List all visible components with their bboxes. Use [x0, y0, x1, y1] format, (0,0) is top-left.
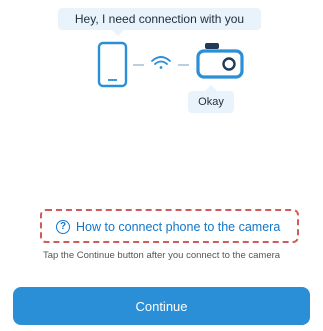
phone-icon	[97, 41, 128, 88]
connection-illustration	[97, 41, 244, 88]
continue-button[interactable]: Continue	[13, 287, 310, 325]
camera-reply-text: Okay	[198, 96, 224, 108]
camera-reply-bubble: Okay	[188, 85, 234, 113]
camera-icon	[196, 43, 244, 79]
question-circle-icon: ?	[56, 220, 70, 234]
wifi-icon	[151, 56, 171, 69]
continue-label: Continue	[135, 298, 188, 314]
hint-text: Tap the Continue button after you connec…	[42, 250, 281, 261]
how-to-connect-label: How to connect phone to the camera	[76, 220, 281, 234]
how-to-connect-link[interactable]: ? How to connect phone to the camera	[56, 217, 280, 237]
